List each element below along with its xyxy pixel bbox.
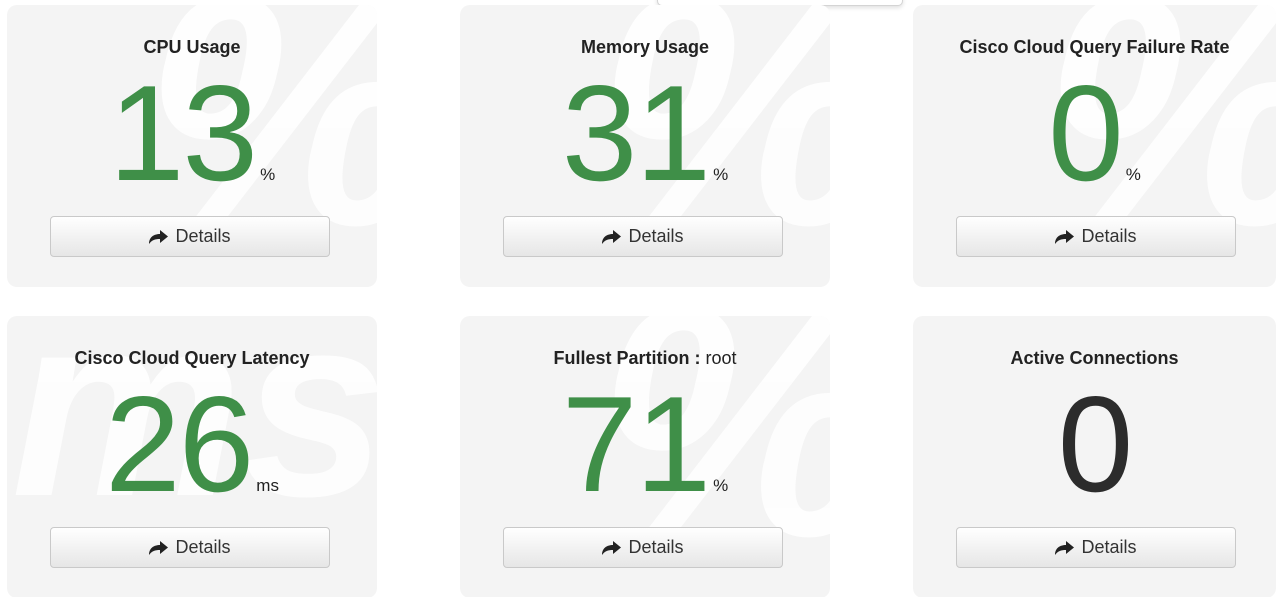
metric-value: 26 xyxy=(105,368,254,520)
card-title-text: Cisco Cloud Query Latency xyxy=(74,348,310,368)
card-title-text: Active Connections xyxy=(1010,348,1179,368)
metric: 26 ms xyxy=(7,376,377,512)
metric-value: 0 xyxy=(1048,57,1124,209)
metric: 71% xyxy=(460,376,830,512)
card-title: Cisco Cloud Query Failure Rate xyxy=(913,37,1276,57)
latency-details-button[interactable]: Details xyxy=(50,527,330,568)
card-title-separator: : xyxy=(689,348,706,368)
metric-value: 31 xyxy=(561,57,711,209)
card-title: Fullest Partition : root xyxy=(460,348,830,368)
partition-details-button[interactable]: Details xyxy=(503,527,783,568)
cpu-details-button[interactable]: Details xyxy=(50,216,330,257)
metric-unit: ms xyxy=(256,476,279,495)
memory-details-button[interactable]: Details xyxy=(503,216,783,257)
fullest-partition-card: % Fullest Partition : root 71% Details xyxy=(460,316,830,597)
share-arrow-icon xyxy=(1055,229,1075,244)
metric-value: 71 xyxy=(561,368,711,520)
memory-usage-card: % Memory Usage 31% Details xyxy=(460,5,830,287)
card-title: Active Connections xyxy=(913,348,1276,368)
share-arrow-icon xyxy=(149,229,169,244)
failure-rate-details-button[interactable]: Details xyxy=(956,216,1236,257)
share-arrow-icon xyxy=(1055,540,1075,555)
card-title-text: Memory Usage xyxy=(580,37,710,57)
share-arrow-icon xyxy=(149,540,169,555)
metric: 0 xyxy=(913,376,1276,512)
card-title: Cisco Cloud Query Latency xyxy=(7,348,377,368)
card-title: Memory Usage xyxy=(460,37,830,57)
details-label: Details xyxy=(1081,537,1137,557)
connections-details-button[interactable]: Details xyxy=(956,527,1236,568)
cpu-usage-card: % CPU Usage 13% Details xyxy=(7,5,377,287)
share-arrow-icon xyxy=(602,229,622,244)
details-label: Details xyxy=(628,226,684,246)
metric-unit: % xyxy=(713,165,729,184)
partition-name: root xyxy=(705,348,737,368)
card-title-text: Fullest Partition xyxy=(553,348,690,368)
active-connections-card: Active Connections 0 Details xyxy=(913,316,1276,597)
card-title-text: CPU Usage xyxy=(143,37,241,57)
metric-value: 0 xyxy=(1057,368,1134,520)
cloud-query-latency-card: ms Cisco Cloud Query Latency 26 ms Detail… xyxy=(7,316,377,597)
metric: 31% xyxy=(460,65,830,201)
details-label: Details xyxy=(175,537,231,557)
metric-value: 13 xyxy=(108,57,258,209)
card-title: CPU Usage xyxy=(7,37,377,57)
metric: 13% xyxy=(7,65,377,201)
metric-unit: % xyxy=(713,476,729,495)
metric: 0% xyxy=(913,65,1276,201)
dashboard: % CPU Usage 13% Details % Memory Usage 3… xyxy=(0,0,1276,597)
metric-unit: % xyxy=(1125,165,1141,184)
details-label: Details xyxy=(628,537,684,557)
details-label: Details xyxy=(1081,226,1137,246)
metric-unit: % xyxy=(260,165,276,184)
cloud-query-failure-rate-card: % Cisco Cloud Query Failure Rate 0% Deta… xyxy=(913,5,1276,287)
details-label: Details xyxy=(175,226,231,246)
card-title-text: Cisco Cloud Query Failure Rate xyxy=(959,37,1230,57)
share-arrow-icon xyxy=(602,540,622,555)
